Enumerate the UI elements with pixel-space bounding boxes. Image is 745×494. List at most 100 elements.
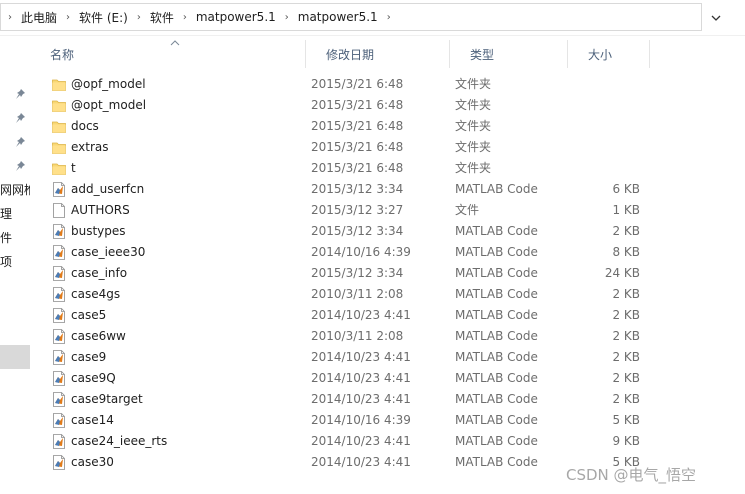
breadcrumb-item-drive[interactable]: 软件 (E:) bbox=[77, 9, 130, 26]
file-type: MATLAB Code bbox=[455, 266, 538, 280]
file-row[interactable]: extras 2015/3/21 6:48 文件夹 bbox=[30, 137, 745, 158]
file-size bbox=[570, 116, 640, 137]
file-size bbox=[570, 74, 640, 95]
column-header-date[interactable]: 修改日期 bbox=[306, 40, 450, 68]
nav-item-selected[interactable] bbox=[0, 345, 30, 369]
breadcrumb-item-matpower-current[interactable]: matpower5.1 bbox=[296, 10, 380, 24]
file-date: 2014/10/23 4:41 bbox=[311, 350, 411, 364]
column-header-size[interactable]: 大小 bbox=[568, 40, 650, 68]
nav-item-options[interactable]: 项 bbox=[0, 253, 12, 270]
file-size: 2 KB bbox=[612, 371, 640, 385]
breadcrumb-separator-icon[interactable]: › bbox=[278, 12, 296, 23]
file-type: MATLAB Code bbox=[455, 245, 538, 259]
file-row[interactable]: @opf_model 2015/3/21 6:48 文件夹 bbox=[30, 74, 745, 95]
breadcrumb-item-software[interactable]: 软件 bbox=[148, 9, 176, 26]
file-row[interactable]: case_info 2015/3/12 3:34 MATLAB Code 24 KB bbox=[30, 263, 745, 284]
file-row[interactable]: bustypes 2015/3/12 3:34 MATLAB Code 2 KB bbox=[30, 221, 745, 242]
file-date: 2015/3/21 6:48 bbox=[311, 119, 404, 133]
file-size: 2 KB bbox=[612, 350, 640, 364]
file-type: MATLAB Code bbox=[455, 329, 538, 343]
file-row[interactable]: t 2015/3/21 6:48 文件夹 bbox=[30, 158, 745, 179]
pin-icon[interactable] bbox=[14, 136, 26, 148]
file-date: 2015/3/12 3:34 bbox=[311, 224, 404, 238]
pin-icon[interactable] bbox=[14, 160, 26, 172]
breadcrumb-separator-icon[interactable]: › bbox=[380, 12, 398, 23]
file-name: case4gs bbox=[71, 287, 121, 301]
matlab-file-icon bbox=[52, 371, 66, 386]
breadcrumb[interactable]: › 此电脑 › 软件 (E:) › 软件 › matpower5.1 › mat… bbox=[0, 3, 702, 31]
file-type: MATLAB Code bbox=[455, 413, 538, 427]
file-name: case24_ieee_rts bbox=[71, 434, 168, 448]
file-list: @opf_model 2015/3/21 6:48 文件夹 @opt_model 201… bbox=[30, 74, 745, 473]
file-row[interactable]: case6ww 2010/3/11 2:08 MATLAB Code 2 KB bbox=[30, 326, 745, 347]
chevron-down-icon bbox=[711, 15, 721, 21]
column-header-type[interactable]: 类型 bbox=[450, 40, 568, 68]
file-date: 2014/10/23 4:41 bbox=[311, 392, 411, 406]
file-row[interactable]: case4gs 2010/3/11 2:08 MATLAB Code 2 KB bbox=[30, 284, 745, 305]
file-size: 8 KB bbox=[612, 245, 640, 259]
file-name: extras bbox=[71, 140, 109, 154]
file-row[interactable]: add_userfcn 2015/3/12 3:34 MATLAB Code 6 KB bbox=[30, 179, 745, 200]
pin-icon[interactable] bbox=[14, 88, 26, 100]
file-row[interactable]: docs 2015/3/21 6:48 文件夹 bbox=[30, 116, 745, 137]
breadcrumb-item-this-pc[interactable]: 此电脑 bbox=[19, 9, 59, 26]
file-type: MATLAB Code bbox=[455, 224, 538, 238]
file-date: 2015/3/12 3:27 bbox=[311, 203, 404, 217]
file-name: case9Q bbox=[71, 371, 116, 385]
file-date: 2014/10/16 4:39 bbox=[311, 413, 411, 427]
file-type: MATLAB Code bbox=[455, 371, 538, 385]
file-row[interactable]: case9Q 2014/10/23 4:41 MATLAB Code 2 KB bbox=[30, 368, 745, 389]
folder-icon bbox=[52, 140, 66, 155]
file-size: 2 KB bbox=[612, 392, 640, 406]
breadcrumb-item-matpower-parent[interactable]: matpower5.1 bbox=[194, 10, 278, 24]
navigation-pane: 网网椎 理 件 项 bbox=[0, 36, 30, 494]
file-date: 2014/10/16 4:39 bbox=[311, 245, 411, 259]
file-date: 2014/10/23 4:41 bbox=[311, 371, 411, 385]
matlab-file-icon bbox=[52, 182, 66, 197]
file-name: case9target bbox=[71, 392, 143, 406]
file-type: MATLAB Code bbox=[455, 455, 538, 469]
breadcrumb-separator-icon[interactable]: › bbox=[176, 12, 194, 23]
nav-item-manage[interactable]: 理 bbox=[0, 205, 12, 222]
file-row[interactable]: case14 2014/10/16 4:39 MATLAB Code 5 KB bbox=[30, 410, 745, 431]
nav-item-network[interactable]: 网网椎 bbox=[0, 181, 30, 198]
breadcrumb-separator-icon[interactable]: › bbox=[1, 12, 19, 23]
matlab-file-icon bbox=[52, 329, 66, 344]
history-dropdown-button[interactable] bbox=[706, 8, 726, 28]
folder-icon bbox=[52, 161, 66, 176]
file-name: @opf_model bbox=[71, 77, 146, 91]
breadcrumb-separator-icon[interactable]: › bbox=[130, 12, 148, 23]
address-bar: › 此电脑 › 软件 (E:) › 软件 › matpower5.1 › mat… bbox=[0, 0, 745, 36]
column-header-name[interactable]: 名称 bbox=[30, 40, 306, 68]
file-row[interactable]: AUTHORS 2015/3/12 3:27 文件 1 KB bbox=[30, 200, 745, 221]
file-type: 文件夹 bbox=[455, 161, 492, 175]
matlab-file-icon bbox=[52, 308, 66, 323]
file-size: 1 KB bbox=[612, 203, 640, 217]
file-type: 文件夹 bbox=[455, 119, 492, 133]
file-row[interactable]: case24_ieee_rts 2014/10/23 4:41 MATLAB Cod… bbox=[30, 431, 745, 452]
file-row[interactable]: case5 2014/10/23 4:41 MATLAB Code 2 KB bbox=[30, 305, 745, 326]
file-date: 2010/3/11 2:08 bbox=[311, 287, 404, 301]
file-name: AUTHORS bbox=[71, 203, 130, 217]
file-row[interactable]: case9target 2014/10/23 4:41 MATLAB Code 2 K… bbox=[30, 389, 745, 410]
folder-icon bbox=[52, 77, 66, 92]
file-type: MATLAB Code bbox=[455, 434, 538, 448]
nav-item-files[interactable]: 件 bbox=[0, 229, 12, 246]
file-name: case_info bbox=[71, 266, 128, 280]
matlab-file-icon bbox=[52, 287, 66, 302]
file-name: case9 bbox=[71, 350, 107, 364]
file-type: 文件夹 bbox=[455, 98, 492, 112]
breadcrumb-separator-icon[interactable]: › bbox=[59, 12, 77, 23]
file-size: 5 KB bbox=[612, 413, 640, 427]
folder-icon bbox=[52, 98, 66, 113]
pin-icon[interactable] bbox=[14, 112, 26, 124]
matlab-file-icon bbox=[52, 413, 66, 428]
file-row[interactable]: @opt_model 2015/3/21 6:48 文件夹 bbox=[30, 95, 745, 116]
file-size: 2 KB bbox=[612, 329, 640, 343]
file-type: 文件 bbox=[455, 203, 480, 217]
file-size: 2 KB bbox=[612, 224, 640, 238]
file-date: 2014/10/23 4:41 bbox=[311, 455, 411, 469]
file-row[interactable]: case_ieee30 2014/10/16 4:39 MATLAB Code 8 K… bbox=[30, 242, 745, 263]
file-row[interactable]: case9 2014/10/23 4:41 MATLAB Code 2 KB bbox=[30, 347, 745, 368]
file-name: @opt_model bbox=[71, 98, 147, 112]
